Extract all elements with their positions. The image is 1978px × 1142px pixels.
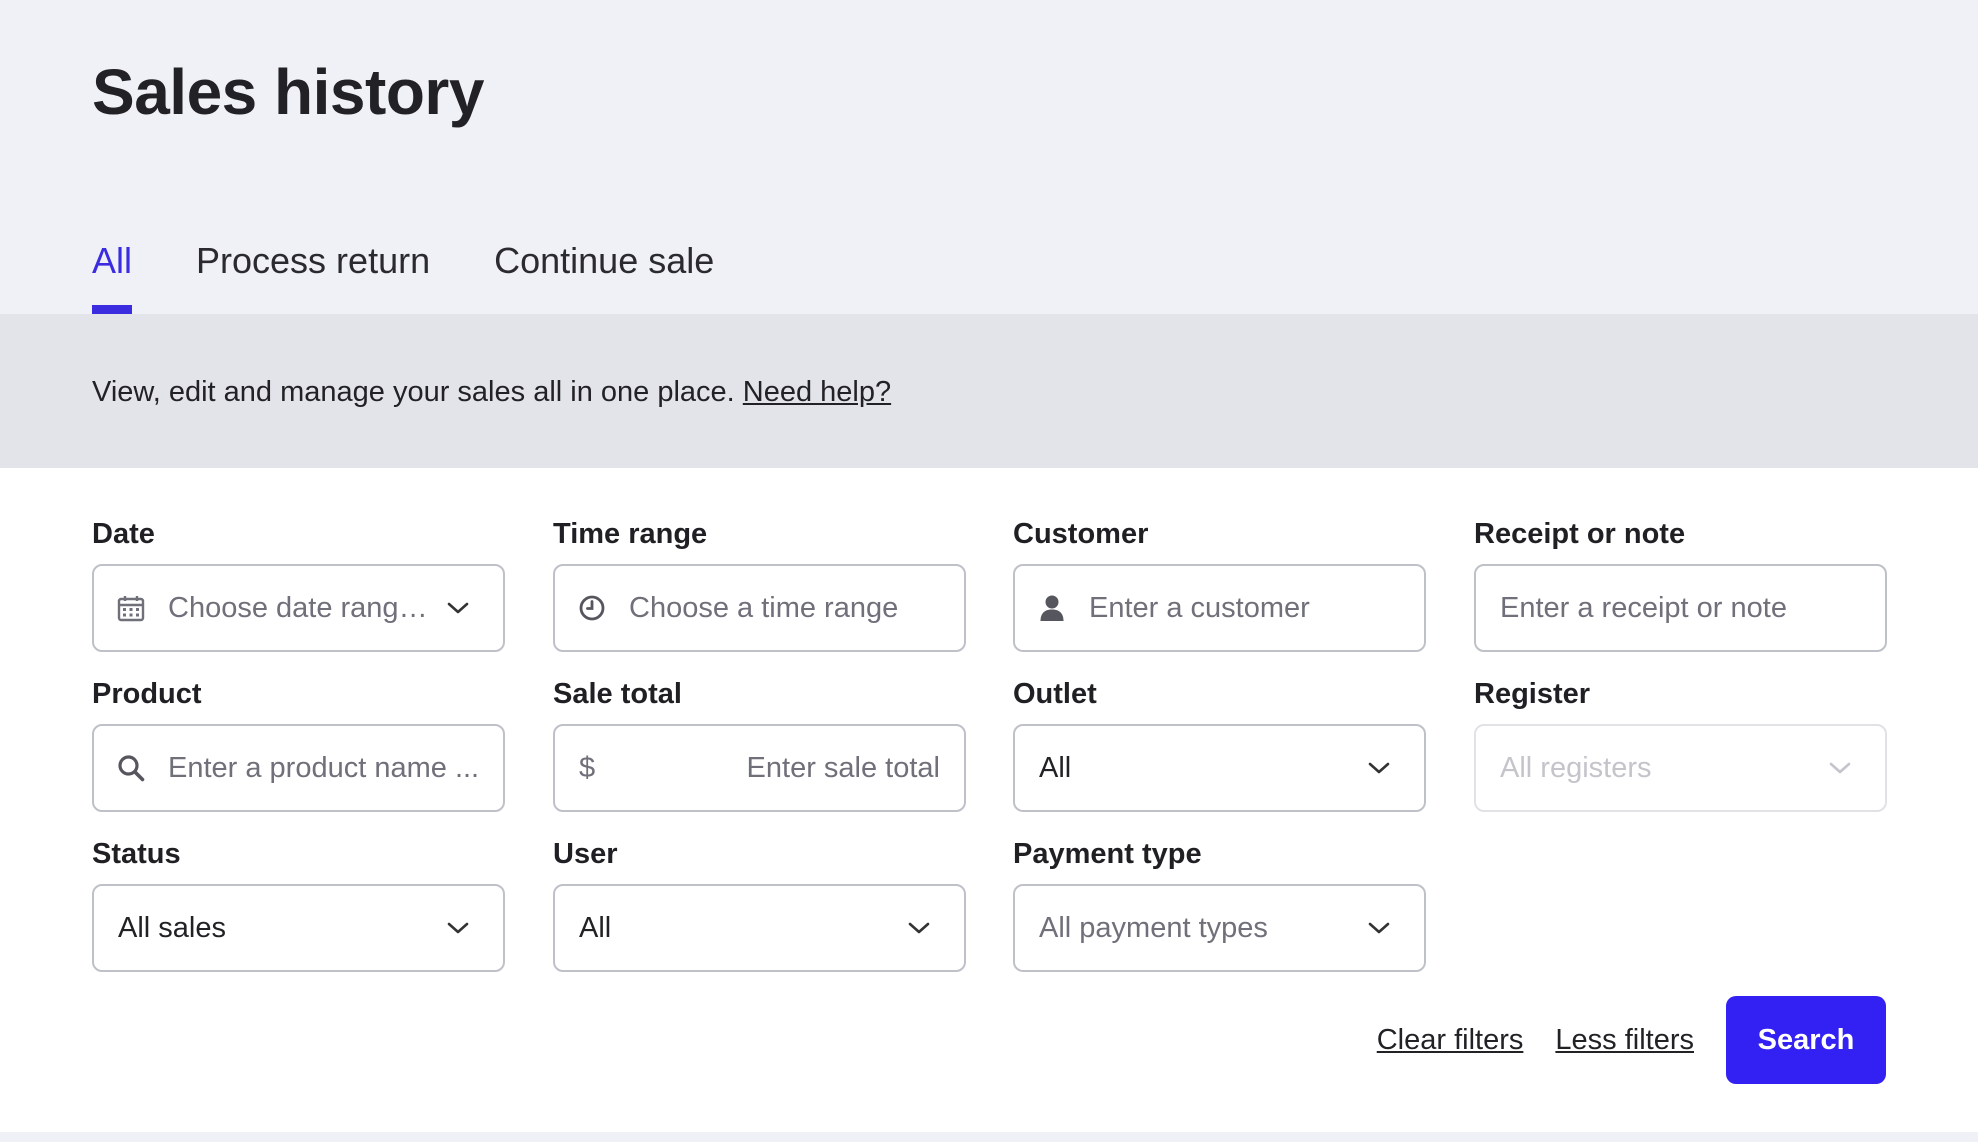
search-icon (116, 753, 146, 783)
user-label: User (553, 838, 618, 870)
tab-process-return[interactable]: Process return (196, 236, 430, 314)
outlet-label: Outlet (1013, 678, 1097, 710)
clock-icon (577, 593, 607, 623)
clear-filters-button[interactable]: Clear filters (1377, 1024, 1524, 1057)
register-placeholder: All registers (1500, 751, 1652, 784)
date-label: Date (92, 518, 155, 550)
product-label: Product (92, 678, 202, 710)
user-select[interactable]: All (553, 884, 966, 972)
time-range-placeholder: Choose a time range (629, 591, 899, 624)
customer-input[interactable]: Enter a customer (1013, 564, 1426, 652)
user-field: User All (553, 836, 966, 972)
chevron-down-icon (445, 595, 471, 621)
outlet-value: All (1039, 751, 1072, 784)
register-select: All registers (1474, 724, 1887, 812)
payment-type-field: Payment type All payment types (1013, 836, 1426, 972)
user-value: All (579, 911, 612, 944)
sale-total-input[interactable]: $ Enter sale total (553, 724, 966, 812)
payment-type-label: Payment type (1013, 838, 1202, 870)
status-select[interactable]: All sales (92, 884, 505, 972)
date-field: Date Choose date range... (92, 516, 505, 652)
tab-bar: All Process return Continue sale (92, 236, 778, 314)
search-button[interactable]: Search (1726, 996, 1886, 1084)
page-header: Sales history All Process return Continu… (0, 0, 1978, 314)
outlet-select[interactable]: All (1013, 724, 1426, 812)
chevron-down-icon (1366, 915, 1392, 941)
date-range-picker[interactable]: Choose date range... (92, 564, 505, 652)
time-range-picker[interactable]: Choose a time range (553, 564, 966, 652)
receipt-placeholder: Enter a receipt or note (1500, 591, 1787, 624)
chevron-down-icon (906, 915, 932, 941)
payment-type-placeholder: All payment types (1039, 911, 1268, 944)
dollar-prefix: $ (579, 751, 596, 784)
payment-type-select[interactable]: All payment types (1013, 884, 1426, 972)
chevron-down-icon (1827, 755, 1853, 781)
need-help-link[interactable]: Need help? (743, 376, 891, 408)
register-field: Register All registers (1474, 676, 1887, 812)
chevron-down-icon (445, 915, 471, 941)
date-placeholder: Choose date range... (168, 591, 433, 624)
status-field: Status All sales (92, 836, 505, 972)
info-text: View, edit and manage your sales all in … (92, 374, 891, 410)
product-placeholder: Enter a product name ... (168, 751, 480, 784)
receipt-input[interactable]: Enter a receipt or note (1474, 564, 1887, 652)
page-title: Sales history (92, 56, 484, 128)
less-filters-button[interactable]: Less filters (1555, 1024, 1694, 1057)
user-icon (1037, 593, 1067, 623)
time-range-label: Time range (553, 518, 708, 550)
tab-continue-sale[interactable]: Continue sale (494, 236, 714, 314)
status-value: All sales (118, 911, 226, 944)
chevron-down-icon (1366, 755, 1392, 781)
calendar-icon (116, 593, 146, 623)
receipt-field: Receipt or note Enter a receipt or note (1474, 516, 1887, 652)
status-label: Status (92, 838, 181, 870)
outlet-field: Outlet All (1013, 676, 1426, 812)
sale-total-label: Sale total (553, 678, 682, 710)
product-field: Product Enter a product name ... (92, 676, 505, 812)
footer-strip (0, 1132, 1978, 1142)
customer-placeholder: Enter a customer (1089, 591, 1310, 624)
customer-label: Customer (1013, 518, 1149, 550)
customer-field: Customer Enter a customer (1013, 516, 1426, 652)
time-range-field: Time range Choose a time range (553, 516, 966, 652)
sale-total-field: Sale total $ Enter sale total (553, 676, 966, 812)
receipt-label: Receipt or note (1474, 518, 1686, 550)
tab-all[interactable]: All (92, 236, 133, 314)
sale-total-placeholder: Enter sale total (746, 751, 940, 784)
register-label: Register (1474, 678, 1591, 710)
filter-actions: Clear filters Less filters Search (1377, 996, 1886, 1084)
info-description: View, edit and manage your sales all in … (92, 376, 735, 408)
product-input[interactable]: Enter a product name ... (92, 724, 505, 812)
